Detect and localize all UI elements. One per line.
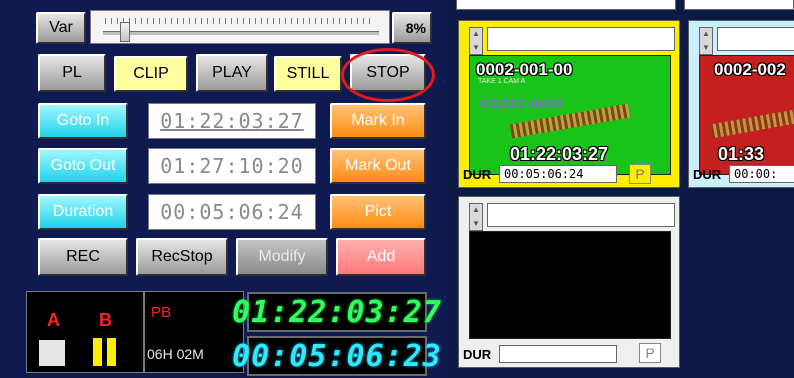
mark-out-button[interactable]: Mark Out bbox=[330, 148, 426, 184]
dur-field[interactable]: 00:05:06:24 bbox=[499, 165, 617, 183]
clip-thumbnail[interactable]: 0002-002 01:33 bbox=[699, 55, 794, 175]
bin-name-field[interactable] bbox=[717, 27, 794, 51]
clip-timecode-label: 01:33 bbox=[718, 144, 765, 164]
duration-button[interactable]: Duration bbox=[38, 194, 128, 230]
dur-label: DUR bbox=[693, 167, 722, 182]
bin-strip-top-1 bbox=[456, 0, 676, 10]
control-panel: Var 8% PL CLIP PLAY STILL STOP Goto In 0… bbox=[0, 0, 448, 378]
clip-logo-text: VDZ01-0000 bbox=[480, 96, 564, 111]
clip-bin-2[interactable]: ▲ ▼ 0002-002 01:33 DUR 00:00: bbox=[688, 20, 794, 188]
b-label: B bbox=[99, 310, 112, 330]
led-duration-display: 00:05:06:23 bbox=[232, 336, 441, 376]
var-button[interactable]: Var bbox=[36, 12, 86, 44]
clip-button[interactable]: CLIP bbox=[114, 56, 188, 92]
pl-button[interactable]: PL bbox=[38, 54, 106, 92]
pause-indicator-icon bbox=[93, 338, 102, 366]
goto-out-button[interactable]: Goto Out bbox=[38, 148, 128, 184]
bin-scroll-arrows-icon[interactable]: ▲ ▼ bbox=[469, 27, 483, 55]
remaining-time: 06H 02M bbox=[147, 346, 204, 362]
slider-ticks bbox=[105, 18, 375, 24]
clip-graphic bbox=[709, 103, 794, 139]
bin-scroll-arrows-icon[interactable]: ▲ ▼ bbox=[699, 27, 713, 55]
stop-indicator-icon bbox=[39, 340, 65, 366]
pb-label: PB bbox=[151, 304, 172, 321]
led-timecode-display: 01:22:03:27 bbox=[232, 292, 441, 332]
bin-scroll-arrows-icon[interactable]: ▲ ▼ bbox=[469, 203, 483, 231]
clip-id-label: 0002-001-00 bbox=[476, 60, 573, 79]
clip-bin-panel: ▲ ▼ 0002-001-00 TAKE 1 CAM A VDZ01-0000 0… bbox=[448, 0, 794, 378]
play-button[interactable]: PLAY bbox=[196, 54, 268, 92]
duration-timecode-field[interactable]: 00:05:06:24 bbox=[148, 194, 316, 230]
ab-status-panel: A B bbox=[26, 291, 144, 373]
in-timecode-field[interactable]: 01:22:03:27 bbox=[148, 103, 316, 139]
variable-speed-slider[interactable] bbox=[90, 10, 390, 44]
bin-strip-top-2 bbox=[684, 0, 794, 10]
clip-thumbnail[interactable] bbox=[469, 231, 671, 339]
clip-timecode-label: 01:22:03:27 bbox=[510, 144, 609, 164]
mark-in-button[interactable]: Mark In bbox=[330, 103, 426, 139]
stop-highlight-ring bbox=[341, 48, 435, 102]
goto-in-button[interactable]: Goto In bbox=[38, 103, 128, 139]
p-button[interactable]: P bbox=[629, 164, 651, 184]
recstop-button[interactable]: RecStop bbox=[136, 238, 228, 276]
pict-button[interactable]: Pict bbox=[330, 194, 426, 230]
dur-field[interactable]: 00:00: bbox=[729, 165, 794, 183]
a-label: A bbox=[47, 310, 60, 330]
dur-field[interactable] bbox=[499, 345, 617, 363]
rec-button[interactable]: REC bbox=[38, 238, 128, 276]
playback-status-panel: PB 06H 02M bbox=[144, 291, 244, 373]
p-button[interactable]: P bbox=[639, 343, 661, 363]
bin-name-field[interactable] bbox=[487, 203, 675, 227]
pause-indicator-icon-bar bbox=[107, 338, 116, 366]
clip-id-label: 0002-002 bbox=[714, 60, 786, 79]
clip-bin-1[interactable]: ▲ ▼ 0002-001-00 TAKE 1 CAM A VDZ01-0000 0… bbox=[458, 20, 680, 188]
add-button[interactable]: Add bbox=[336, 238, 426, 276]
dur-label: DUR bbox=[463, 347, 492, 362]
slider-thumb[interactable] bbox=[120, 22, 131, 42]
slider-groove bbox=[103, 31, 379, 35]
clip-bin-3[interactable]: ▲ ▼ DUR P bbox=[458, 196, 680, 368]
clip-thumbnail[interactable]: 0002-001-00 TAKE 1 CAM A VDZ01-0000 01:2… bbox=[469, 55, 671, 175]
out-timecode-field[interactable]: 01:27:10:20 bbox=[148, 148, 316, 184]
slider-percent-readout: 8% bbox=[392, 12, 432, 44]
still-button[interactable]: STILL bbox=[274, 56, 342, 92]
clip-sub-label: TAKE 1 CAM A bbox=[478, 78, 526, 85]
bin-name-field[interactable] bbox=[487, 27, 675, 51]
dur-label: DUR bbox=[463, 167, 492, 182]
modify-button[interactable]: Modify bbox=[236, 238, 328, 276]
